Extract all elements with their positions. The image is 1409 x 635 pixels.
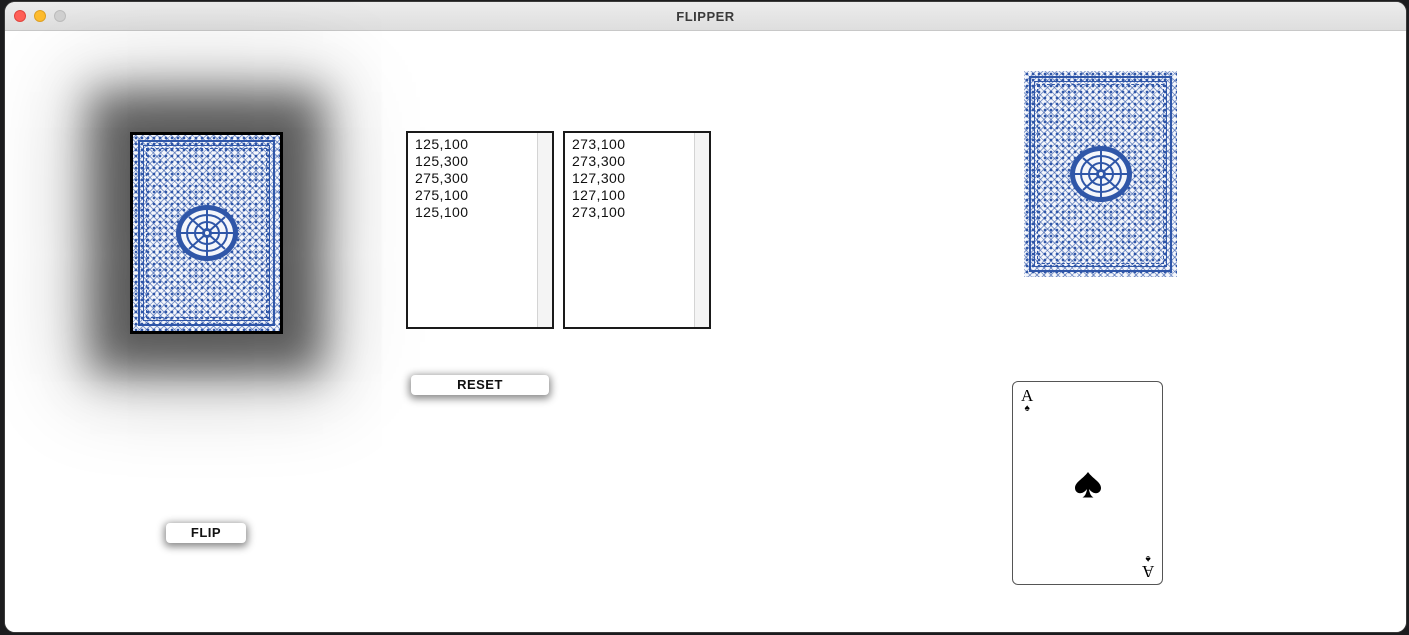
ace-of-spades-card: A ♠ A ♠ — [1012, 381, 1163, 585]
card-rank: A — [1141, 562, 1154, 581]
main-content: 125,100 125,300 275,300 275,100 125,100 … — [5, 31, 1406, 632]
coordinates-list-right[interactable]: 273,100 273,300 127,300 127,100 273,100 — [563, 131, 711, 329]
list-item[interactable]: 125,100 — [415, 136, 468, 153]
card-corner-bottom: A ♠ — [1141, 553, 1154, 581]
coordinates-list-left[interactable]: 125,100 125,300 275,300 275,100 125,100 — [406, 131, 554, 329]
list-item[interactable]: 273,100 — [572, 136, 625, 153]
list-item[interactable]: 125,300 — [415, 153, 468, 170]
flip-button[interactable]: FLIP — [166, 523, 246, 543]
list-item[interactable]: 127,300 — [572, 170, 625, 187]
list-item[interactable]: 275,300 — [415, 170, 468, 187]
list-rows: 273,100 273,300 127,300 127,100 273,100 — [572, 136, 625, 221]
reset-button[interactable]: RESET — [411, 375, 549, 395]
list-item[interactable]: 273,300 — [572, 153, 625, 170]
list-item[interactable]: 127,100 — [572, 187, 625, 204]
list-rows: 125,100 125,300 275,300 275,100 125,100 — [415, 136, 468, 221]
list-item[interactable]: 275,100 — [415, 187, 468, 204]
spade-icon — [1074, 472, 1101, 498]
card-medallion-icon — [1069, 146, 1132, 202]
list-item[interactable]: 125,100 — [415, 204, 468, 221]
list-scrollbar[interactable] — [537, 133, 552, 327]
card-back — [1024, 71, 1177, 277]
flipping-card-back[interactable] — [130, 132, 283, 334]
list-scrollbar[interactable] — [694, 133, 709, 327]
window-title: FLIPPER — [676, 9, 735, 24]
app-window: FLIPPER 125,100 125,300 275,300 275,100 … — [5, 2, 1406, 632]
card-medallion-icon — [175, 205, 238, 261]
list-item[interactable]: 273,100 — [572, 204, 625, 221]
title-bar: FLIPPER — [5, 2, 1406, 31]
card-rank: A — [1021, 386, 1034, 405]
card-corner-top: A ♠ — [1021, 386, 1034, 414]
spade-icon: ♠ — [1024, 403, 1030, 414]
